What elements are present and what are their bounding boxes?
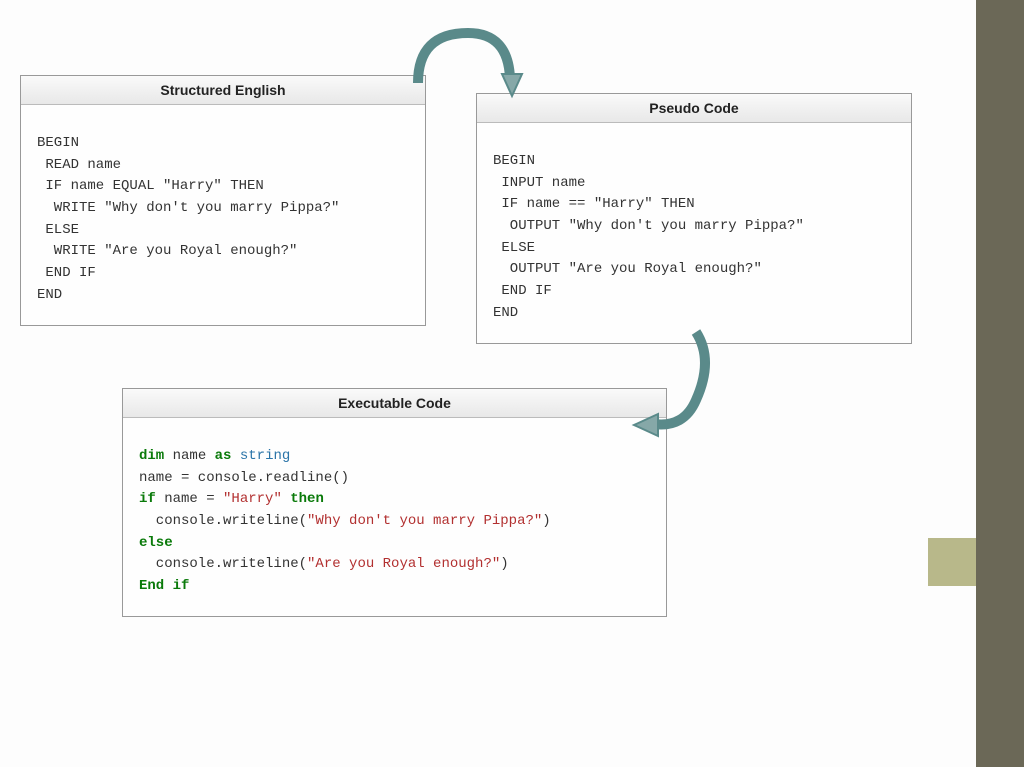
panel1-code: BEGIN READ name IF name EQUAL "Harry" TH… [37,133,409,307]
accent-block [928,538,976,586]
panel1-title: Structured English [21,76,425,105]
panel2-body: BEGIN INPUT name IF name == "Harry" THEN… [477,123,911,343]
panel-structured-english: Structured English BEGIN READ name IF na… [20,75,426,326]
panel-executable-code: Executable Code dim name as string name … [122,388,667,617]
sidebar-stripe [976,0,1024,767]
panel-pseudo-code: Pseudo Code BEGIN INPUT name IF name == … [476,93,912,344]
panel2-code: BEGIN INPUT name IF name == "Harry" THEN… [493,151,895,325]
panel2-title: Pseudo Code [477,94,911,123]
arrow-1-icon [398,18,528,108]
panel3-title: Executable Code [123,389,666,418]
panel1-body: BEGIN READ name IF name EQUAL "Harry" TH… [21,105,425,325]
arrow-2-icon [624,320,724,440]
panel3-body: dim name as string name = console.readli… [123,418,666,616]
panel3-code: dim name as string name = console.readli… [139,446,650,598]
